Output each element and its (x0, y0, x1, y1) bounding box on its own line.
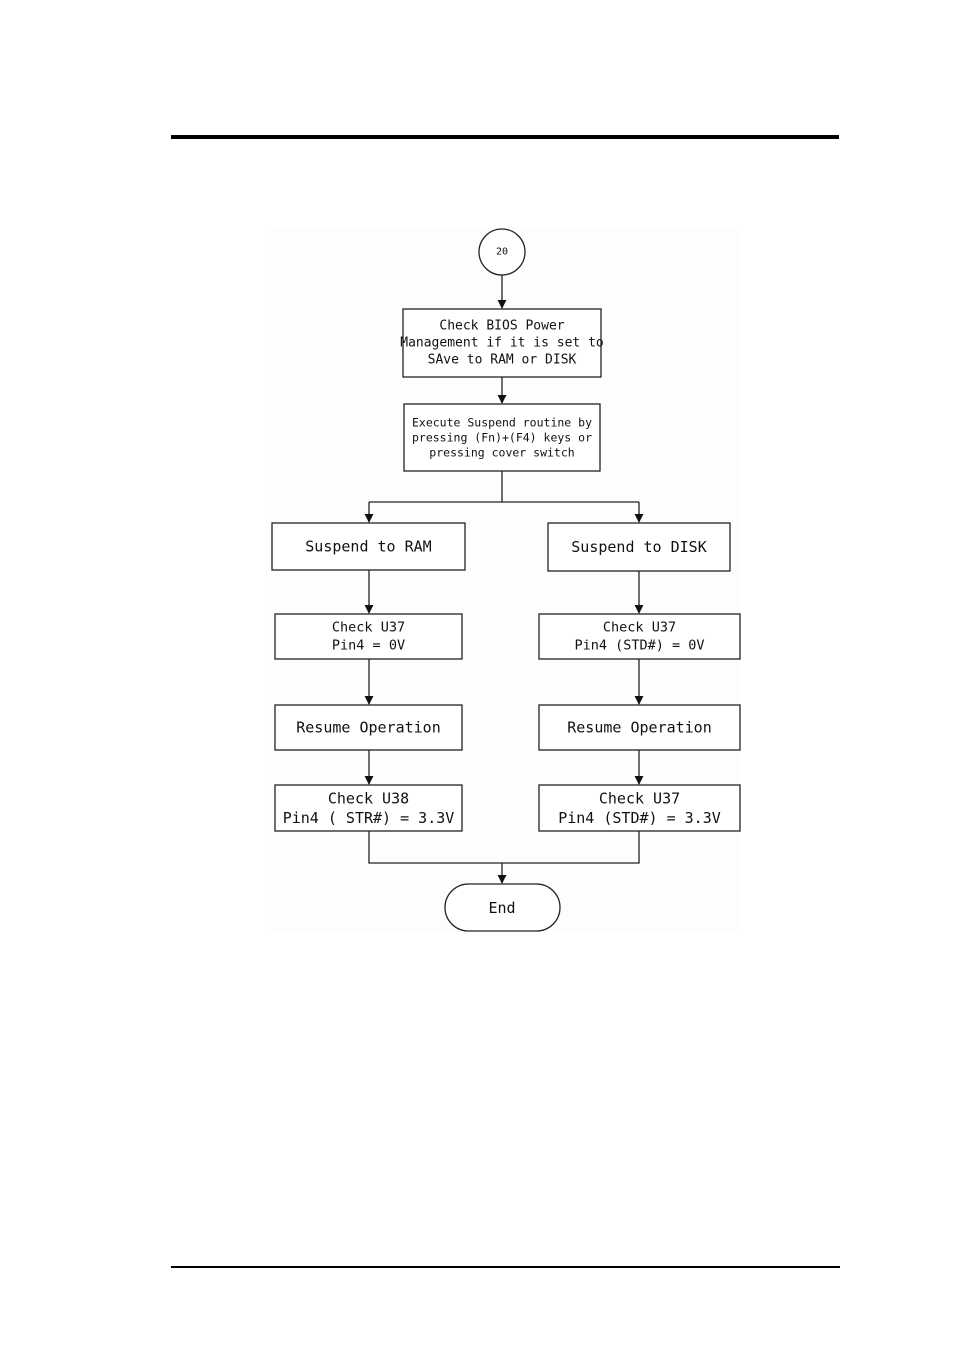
left-check-u38-line: Pin4 ( STR#) = 3.3V (283, 809, 455, 827)
right-check-u37-final-line: Pin4 (STD#) = 3.3V (558, 809, 721, 827)
step-execute-suspend-line: pressing cover switch (429, 445, 574, 459)
left-check-u37-left-line: Pin4 = 0V (332, 637, 405, 653)
right-check-u37-final-line: Check U37 (599, 789, 680, 807)
right-check-u37-right-line: Pin4 (STD#) = 0V (574, 637, 704, 653)
start-label: 20 (496, 247, 508, 258)
step-check-bios-line: Check BIOS Power (439, 319, 564, 334)
right-check-u37-right-line: Check U37 (603, 620, 676, 636)
footer-rule (171, 1266, 840, 1268)
right-resume-right-line: Resume Operation (567, 719, 712, 737)
step-check-bios-line: Management if it is set to (400, 336, 604, 351)
step-execute-suspend-line: Execute Suspend routine by (412, 416, 592, 430)
step-check-bios-line: SAve to RAM or DISK (428, 352, 577, 367)
left-check-u37-left-line: Check U37 (332, 620, 405, 636)
end-label: End (488, 899, 515, 917)
left-check-u38-line: Check U38 (328, 789, 409, 807)
flowchart: 20 Check BIOS Power Management if it is se… (271, 228, 741, 932)
step-execute-suspend-line: pressing (Fn)+(F4) keys or (412, 431, 592, 445)
line-merge (368, 831, 640, 864)
left-suspend-ram-line: Suspend to RAM (305, 538, 431, 556)
start-connector: 20 (478, 228, 526, 276)
left-resume-left-line: Resume Operation (296, 719, 441, 737)
end-terminator: End (444, 883, 561, 932)
right-suspend-disk-line: Suspend to DISK (571, 538, 706, 556)
